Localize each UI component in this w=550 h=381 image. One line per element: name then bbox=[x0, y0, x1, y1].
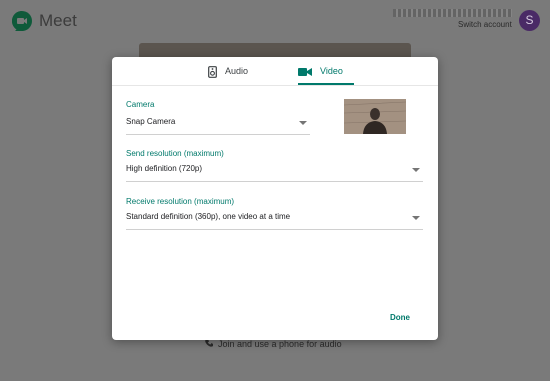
meet-logo-icon bbox=[11, 10, 33, 32]
send-resolution-value: High definition (720p) bbox=[126, 164, 203, 173]
send-resolution-select[interactable]: High definition (720p) bbox=[126, 161, 423, 182]
settings-dialog: Audio Video Camera Snap Camera Send reso… bbox=[112, 57, 438, 340]
camera-select-value: Snap Camera bbox=[126, 117, 176, 126]
done-button[interactable]: Done bbox=[390, 313, 410, 322]
camera-preview bbox=[344, 99, 406, 134]
app-header: Meet Switch account S bbox=[0, 0, 550, 44]
send-resolution-label: Send resolution (maximum) bbox=[126, 149, 224, 158]
tab-video-label: Video bbox=[320, 66, 343, 76]
tab-video[interactable]: Video bbox=[298, 57, 343, 85]
app-title: Meet bbox=[39, 11, 77, 30]
active-tab-indicator bbox=[298, 83, 354, 85]
receive-resolution-value: Standard definition (360p), one video at… bbox=[126, 212, 291, 221]
tab-audio[interactable]: Audio bbox=[208, 57, 248, 85]
speaker-icon bbox=[208, 65, 217, 78]
videocam-icon bbox=[298, 67, 312, 77]
camera-select[interactable]: Snap Camera bbox=[126, 114, 310, 135]
avatar[interactable]: S bbox=[519, 10, 540, 31]
switch-account-link[interactable]: Switch account bbox=[458, 20, 512, 29]
chevron-down-icon bbox=[412, 216, 420, 220]
chevron-down-icon bbox=[412, 168, 420, 172]
account-email bbox=[393, 9, 512, 17]
receive-resolution-label: Receive resolution (maximum) bbox=[126, 197, 235, 206]
chevron-down-icon bbox=[299, 121, 307, 125]
tab-audio-label: Audio bbox=[225, 66, 249, 76]
phone-audio-label: Join and use a phone for audio bbox=[218, 339, 342, 349]
camera-label: Camera bbox=[126, 100, 155, 109]
receive-resolution-select[interactable]: Standard definition (360p), one video at… bbox=[126, 209, 423, 230]
settings-tabs: Audio Video bbox=[112, 57, 438, 86]
